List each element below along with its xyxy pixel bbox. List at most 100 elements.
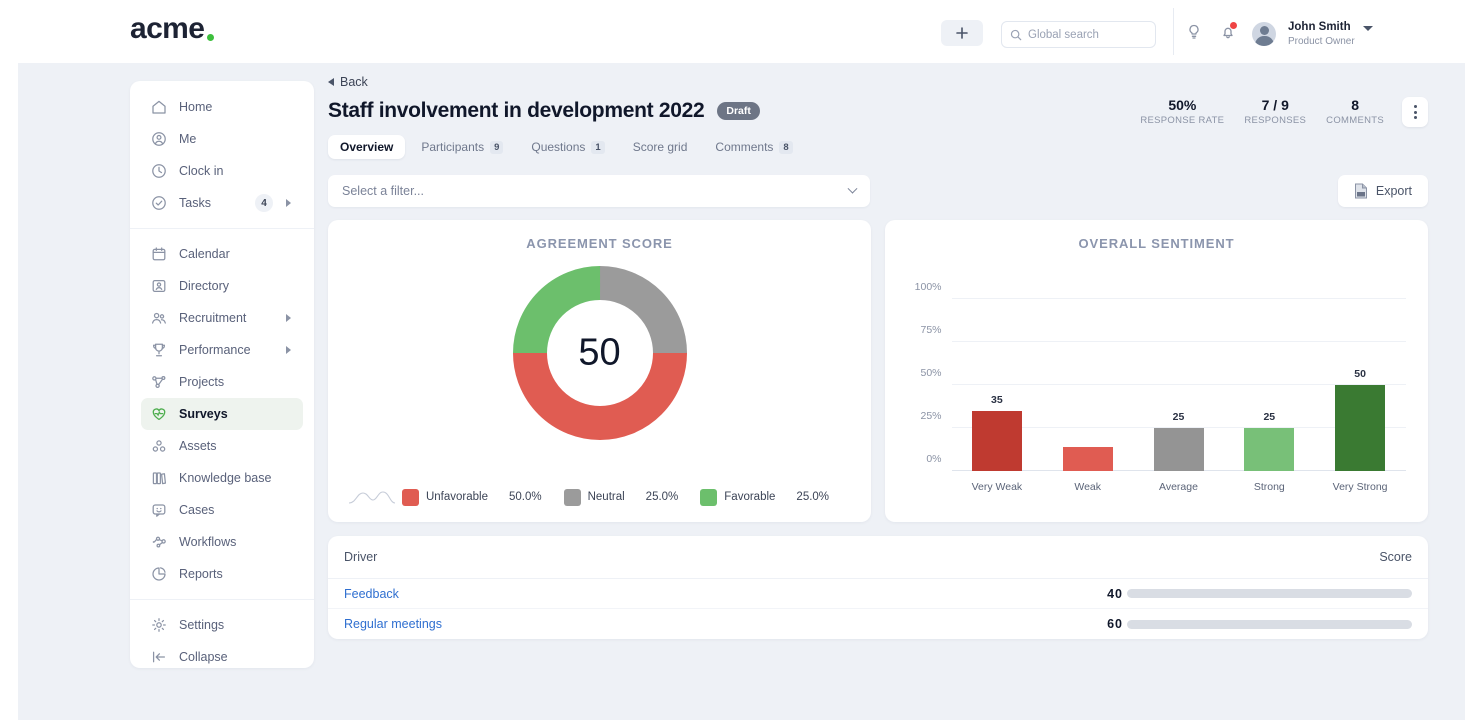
workflow-icon bbox=[151, 534, 167, 550]
bar-value-label: 50 bbox=[1354, 368, 1366, 380]
sidebar-item-home[interactable]: Home bbox=[141, 91, 303, 123]
sidebar-item-label: Clock in bbox=[179, 164, 224, 178]
contact-card-icon bbox=[151, 278, 167, 294]
y-axis-tick: 100% bbox=[914, 281, 942, 293]
bar-very-weak[interactable]: 35 bbox=[971, 394, 1022, 471]
sidebar-item-badge: 4 bbox=[255, 194, 273, 212]
bar-rect bbox=[971, 410, 1022, 471]
legend-swatch bbox=[563, 488, 581, 506]
sidebar-item-label: Calendar bbox=[179, 247, 230, 261]
tab-count: 8 bbox=[779, 140, 793, 154]
avatar[interactable] bbox=[1252, 22, 1276, 46]
sidebar-divider bbox=[130, 228, 314, 229]
overall-sentiment-chart: 0% 25% 50% 75% 100% 35 Very Weak Weak 25 Average 2… bbox=[908, 259, 1406, 499]
tab-questions[interactable]: Questions 1 bbox=[519, 135, 616, 159]
sidebar-item-label: Workflows bbox=[179, 535, 237, 549]
topbar-divider bbox=[1173, 8, 1174, 55]
sidebar-item-performance[interactable]: Performance bbox=[141, 334, 303, 366]
sidebar: Home Me Clock in Tasks 4 Calendar Directory Rec… bbox=[130, 81, 314, 668]
sidebar-item-label: Home bbox=[179, 100, 213, 114]
chevron-right-icon[interactable] bbox=[286, 199, 291, 207]
user-name: John Smith bbox=[1288, 21, 1351, 33]
column-header-score: Score bbox=[1379, 550, 1412, 564]
legend-swatch bbox=[401, 488, 419, 506]
user-menu-chevron-down-icon[interactable] bbox=[1363, 26, 1373, 31]
search-input[interactable] bbox=[1028, 28, 1143, 41]
tab-bar: Overview Participants 9 Questions 1 Score gri… bbox=[328, 135, 1428, 159]
heart-pulse-icon bbox=[151, 406, 167, 422]
sidebar-item-workflows[interactable]: Workflows bbox=[141, 526, 303, 558]
brand-logo[interactable]: acme bbox=[130, 14, 215, 44]
bar-rect bbox=[1153, 428, 1204, 471]
bar-value-label: 25 bbox=[1172, 411, 1185, 423]
export-button[interactable]: Export bbox=[1337, 175, 1428, 207]
lightbulb-icon[interactable] bbox=[1186, 24, 1202, 40]
sidebar-item-projects[interactable]: Projects bbox=[141, 366, 303, 398]
back-label: Back bbox=[340, 75, 368, 89]
sidebar-item-reports[interactable]: Reports bbox=[141, 558, 303, 590]
sidebar-item-tasks[interactable]: Tasks 4 bbox=[141, 187, 303, 219]
sidebar-item-knowledge-base[interactable]: Knowledge base bbox=[141, 462, 303, 494]
bar-rect bbox=[1335, 385, 1386, 471]
app-window: acme John Smit bbox=[0, 0, 1482, 720]
sidebar-item-calendar[interactable]: Calendar bbox=[141, 238, 303, 270]
sidebar-item-assets[interactable]: Assets bbox=[141, 430, 303, 462]
tab-overview[interactable]: Overview bbox=[328, 135, 406, 159]
tab-label: Questions bbox=[531, 140, 586, 154]
books-icon bbox=[151, 470, 167, 486]
tab-label: Comments bbox=[715, 140, 774, 154]
kebab-menu-icon[interactable] bbox=[1402, 97, 1428, 127]
back-button[interactable]: Back bbox=[328, 75, 1428, 89]
y-axis-tick: 50% bbox=[920, 367, 942, 379]
score-value: 40 bbox=[1107, 586, 1123, 601]
tab-participants[interactable]: Participants 9 bbox=[409, 135, 515, 159]
tab-label: Overview bbox=[340, 140, 394, 154]
bar-average[interactable]: 25 bbox=[1153, 411, 1204, 471]
y-axis-tick: 75% bbox=[920, 324, 942, 336]
sidebar-item-directory[interactable]: Directory bbox=[141, 270, 303, 302]
agreement-score-title: Agreement score bbox=[526, 236, 673, 251]
csv-file-icon bbox=[1354, 183, 1367, 199]
sidebar-item-surveys[interactable]: Surveys bbox=[141, 398, 303, 430]
bar-strong[interactable]: 25 bbox=[1244, 411, 1295, 471]
stat-comments: 8 Comments bbox=[1316, 97, 1394, 126]
x-axis-category: Very Strong bbox=[1332, 481, 1388, 493]
bar-weak[interactable] bbox=[1062, 446, 1113, 471]
stat-value: 50% bbox=[1168, 97, 1197, 113]
sidebar-item-label: Knowledge base bbox=[179, 471, 272, 485]
agreement-score-card: Agreement score 50 Unfavorable 50.0% Neutr… bbox=[328, 220, 871, 522]
grid-line bbox=[951, 298, 1406, 299]
tab-label: Participants bbox=[421, 140, 485, 154]
sidebar-item-me[interactable]: Me bbox=[141, 123, 303, 155]
add-button[interactable] bbox=[941, 20, 983, 46]
stat-label: Comments bbox=[1326, 114, 1384, 126]
table-row: Regular meetings 60 bbox=[328, 609, 1428, 639]
chevron-right-icon[interactable] bbox=[286, 346, 291, 354]
tab-count: 9 bbox=[490, 140, 504, 154]
tab-score-grid[interactable]: Score grid bbox=[621, 135, 700, 159]
sidebar-item-label: Me bbox=[179, 132, 197, 146]
score-track bbox=[1127, 619, 1412, 629]
chevron-right-icon[interactable] bbox=[286, 314, 291, 322]
bar-very-strong[interactable]: 50 bbox=[1335, 368, 1386, 471]
y-axis-tick: 25% bbox=[920, 410, 942, 422]
column-header-driver: Driver bbox=[344, 550, 378, 564]
filter-select[interactable]: Select a filter... bbox=[328, 175, 870, 207]
home-icon bbox=[151, 99, 167, 115]
gear-icon bbox=[151, 617, 167, 633]
driver-link[interactable]: Feedback bbox=[344, 587, 399, 601]
driver-link[interactable]: Regular meetings bbox=[344, 617, 442, 631]
sidebar-item-collapse[interactable]: Collapse bbox=[141, 641, 303, 673]
stat-label: Responses bbox=[1244, 114, 1307, 126]
sidebar-item-clock-in[interactable]: Clock in bbox=[141, 155, 303, 187]
bar-rect bbox=[1062, 446, 1113, 471]
sidebar-item-settings[interactable]: Settings bbox=[141, 609, 303, 641]
global-search[interactable] bbox=[1001, 21, 1156, 48]
agreement-donut-chart: 50 bbox=[512, 265, 688, 441]
sidebar-item-label: Tasks bbox=[179, 196, 211, 210]
tab-comments[interactable]: Comments 8 bbox=[703, 135, 804, 159]
sidebar-item-recruitment[interactable]: Recruitment bbox=[141, 302, 303, 334]
sidebar-item-cases[interactable]: Cases bbox=[141, 494, 303, 526]
sidebar-item-label: Settings bbox=[179, 618, 225, 632]
legend-item-favorable: Favorable 25.0% bbox=[700, 488, 829, 506]
